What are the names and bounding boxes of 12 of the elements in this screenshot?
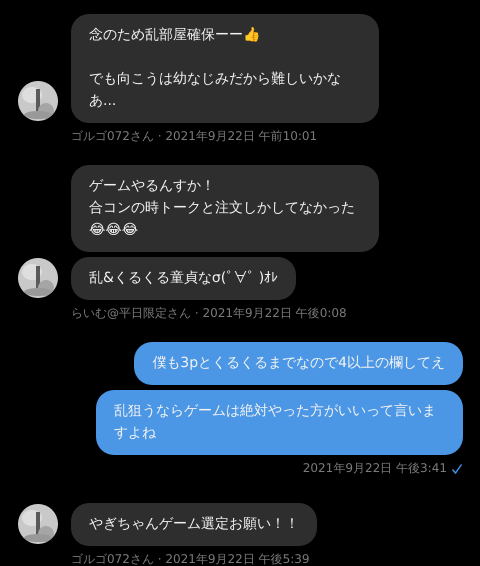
message-text: 合コンの時トークと注文しかしてなかった😂😂😂 [89, 199, 356, 240]
message-text: 乱&くるくる童貞なσ(ﾟ∀ﾟ )ｵﾚ [89, 269, 278, 288]
message-meta: 2021年9月22日 午後3:41 [302, 460, 447, 477]
message-text: 乱狙うならゲームは絶対やった方がいいって言いますよね [114, 402, 437, 443]
message-text: 僕も3pとくるくるまでなので4以上の欄してえ [152, 354, 445, 373]
message-meta: ゴルゴ072さん · 2021年9月22日 午後5:39 [71, 551, 310, 566]
message-meta: ゴルゴ072さん · 2021年9月22日 午前10:01 [71, 128, 318, 145]
message-meta: らいむ@平日限定さん · 2021年9月22日 午後0:08 [71, 305, 347, 322]
message-text: ゲームやるんすか！ [89, 177, 216, 196]
message-text: やぎちゃんゲーム選定お願い！！ [89, 515, 299, 534]
message-text: 念のため乱部屋確保ーー👍 [89, 26, 261, 45]
message-text: でも向こうは幼なじみだから難しいかなあ... [89, 70, 342, 111]
